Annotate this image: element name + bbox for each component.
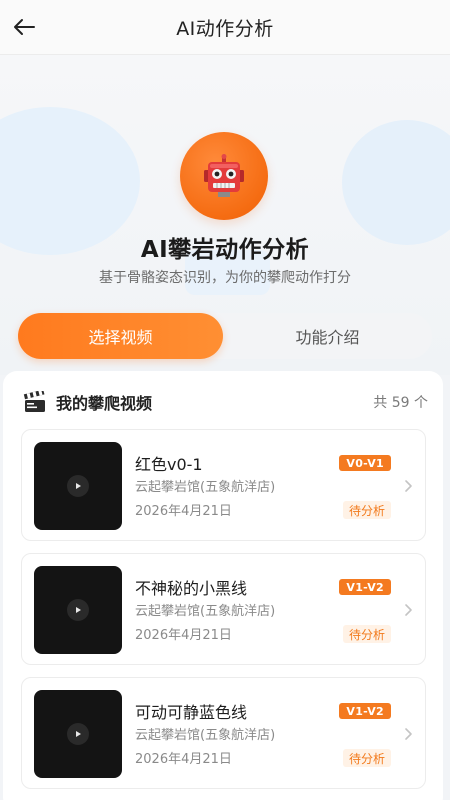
tab-bar: 选择视频 功能介绍: [18, 313, 432, 359]
tab-select-video[interactable]: 选择视频: [18, 313, 223, 359]
panel-header: 我的攀爬视频 共 59 个: [23, 389, 428, 415]
play-icon: [67, 475, 89, 497]
video-title: 不神秘的小黑线: [135, 579, 248, 598]
video-date: 2026年4月21日: [135, 504, 232, 519]
decorative-blob-right: [342, 120, 450, 245]
tab-feature-intro[interactable]: 功能介绍: [223, 313, 432, 359]
panel-title: 我的攀爬视频: [56, 394, 153, 413]
arrow-left-icon: [14, 19, 35, 35]
hero-title: AI攀岩动作分析: [140, 237, 310, 263]
video-date: 2026年4月21日: [135, 752, 232, 767]
page: AI动作分析 AI攀岩动作分析 基于骨骼姿态识别，为你的攀爬动作打分 选择视频 …: [0, 0, 450, 800]
top-bar: AI动作分析: [0, 0, 450, 55]
video-thumbnail: [34, 690, 122, 778]
video-gym: 云起攀岩馆(五象航洋店): [135, 604, 276, 619]
video-item[interactable]: 可动可静蓝色线 云起攀岩馆(五象航洋店) 2026年4月21日 V1-V2 待分…: [21, 677, 426, 789]
video-date: 2026年4月21日: [135, 628, 232, 643]
page-title: AI动作分析: [176, 17, 274, 40]
chevron-right-icon: [405, 604, 412, 616]
chevron-right-icon: [405, 728, 412, 740]
play-icon: [67, 723, 89, 745]
video-thumbnail: [34, 566, 122, 654]
video-list: 红色v0-1 云起攀岩馆(五象航洋店) 2026年4月21日 V0-V1 待分析…: [21, 429, 426, 800]
video-gym: 云起攀岩馆(五象航洋店): [135, 728, 276, 743]
grade-badge: V0-V1: [339, 455, 391, 471]
video-item[interactable]: 红色v0-1 云起攀岩馆(五象航洋店) 2026年4月21日 V0-V1 待分析: [21, 429, 426, 541]
clapperboard-icon: [23, 391, 45, 412]
video-title: 可动可静蓝色线: [135, 703, 248, 722]
status-badge: 待分析: [342, 625, 391, 643]
video-thumbnail: [34, 442, 122, 530]
video-item[interactable]: 不神秘的小黑线 云起攀岩馆(五象航洋店) 2026年4月21日 V1-V2 待分…: [21, 553, 426, 665]
video-gym: 云起攀岩馆(五象航洋店): [135, 480, 276, 495]
video-title: 红色v0-1: [135, 455, 203, 474]
hero-subtitle: 基于骨骼姿态识别，为你的攀爬动作打分: [99, 270, 351, 286]
back-button[interactable]: [6, 9, 42, 45]
robot-avatar: [180, 132, 268, 220]
video-count: 共 59 个: [373, 395, 428, 411]
status-badge: 待分析: [342, 501, 391, 519]
status-badge: 待分析: [342, 749, 391, 767]
grade-badge: V1-V2: [339, 579, 391, 595]
video-panel: 我的攀爬视频 共 59 个 红色v0-1 云起攀岩馆(五象航洋店) 2026年4…: [3, 371, 443, 800]
chevron-right-icon: [405, 480, 412, 492]
play-icon: [67, 599, 89, 621]
robot-icon: [204, 154, 244, 197]
grade-badge: V1-V2: [339, 703, 391, 719]
